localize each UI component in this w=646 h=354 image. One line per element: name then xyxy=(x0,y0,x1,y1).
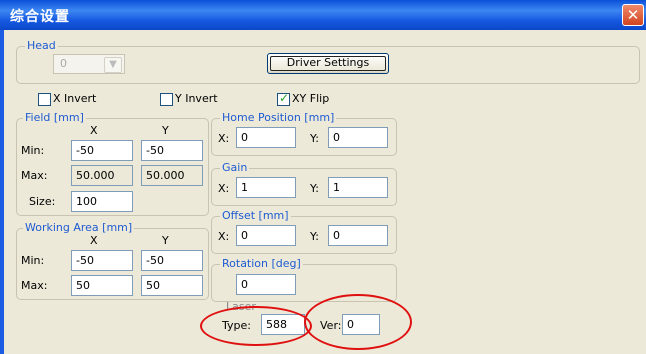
working-area-max-x-input[interactable]: 50 xyxy=(71,275,133,296)
home-x-input[interactable]: 0 xyxy=(236,127,296,148)
dialog-content: Head 0 ▼ Driver Settings X Invert Y Inve… xyxy=(4,30,646,354)
gain-x-label: X: xyxy=(218,182,230,195)
x-invert-label: X Invert xyxy=(53,92,97,105)
working-area-col-x: X xyxy=(90,234,98,247)
home-position-legend: Home Position [mm] xyxy=(220,111,337,125)
field-min-label: Min: xyxy=(21,144,45,157)
head-group: Head 0 ▼ Driver Settings xyxy=(16,39,640,84)
offset-y-label: Y: xyxy=(310,230,319,243)
x-invert-checkbox[interactable] xyxy=(38,93,51,106)
field-size-input[interactable]: 100 xyxy=(71,191,133,212)
field-max-label: Max: xyxy=(21,169,48,182)
head-select-value: 0 xyxy=(60,57,67,70)
driver-settings-label: Driver Settings xyxy=(286,56,370,69)
home-position-group: Home Position [mm] X: 0 Y: 0 xyxy=(211,111,397,156)
working-area-min-y-input[interactable]: -50 xyxy=(141,250,203,271)
working-area-legend: Working Area [mm] xyxy=(23,221,135,235)
head-legend: Head xyxy=(25,39,58,53)
driver-settings-button[interactable]: Driver Settings xyxy=(267,53,389,74)
red-annotation-oval-type xyxy=(200,306,312,346)
field-max-x-value: 50.000 xyxy=(71,165,133,186)
close-button[interactable]: ✕ xyxy=(622,4,644,26)
offset-x-label: X: xyxy=(218,230,230,243)
field-max-y-value: 50.000 xyxy=(141,165,203,186)
home-x-label: X: xyxy=(218,132,230,145)
xy-flip-label: XY Flip xyxy=(292,92,330,105)
gain-legend: Gain xyxy=(220,161,250,175)
head-select: 0 ▼ xyxy=(53,54,125,74)
home-y-input[interactable]: 0 xyxy=(328,127,388,148)
settings-window: 综合设置 ✕ Head 0 ▼ Driver Settings X Invert… xyxy=(0,0,646,354)
gain-y-label: Y: xyxy=(310,182,319,195)
field-col-y: Y xyxy=(162,124,169,137)
y-invert-label: Y Invert xyxy=(175,92,218,105)
working-area-min-label: Min: xyxy=(21,254,45,267)
offset-y-input[interactable]: 0 xyxy=(328,225,388,246)
working-area-max-label: Max: xyxy=(21,279,48,292)
title-bar[interactable]: 综合设置 ✕ xyxy=(0,0,646,30)
gain-group: Gain X: 1 Y: 1 xyxy=(211,161,397,206)
gain-x-input[interactable]: 1 xyxy=(236,177,296,198)
offset-group: Offset [mm] X: 0 Y: 0 xyxy=(211,209,397,254)
offset-legend: Offset [mm] xyxy=(220,209,291,223)
rotation-legend: Rotation [deg] xyxy=(220,257,303,271)
field-legend: Field [mm] xyxy=(23,111,86,125)
checkmark-icon: ✓ xyxy=(279,91,290,105)
gain-y-input[interactable]: 1 xyxy=(328,177,388,198)
working-area-min-x-input[interactable]: -50 xyxy=(71,250,133,271)
working-area-group: Working Area [mm] X Y Min: -50 -50 Max: … xyxy=(16,221,209,300)
field-min-x-input[interactable]: -50 xyxy=(71,140,133,161)
xy-flip-checkbox[interactable]: ✓ xyxy=(277,91,290,106)
field-size-label: Size: xyxy=(29,195,56,208)
working-area-col-y: Y xyxy=(162,234,169,247)
y-invert-checkbox[interactable] xyxy=(160,93,173,106)
window-title: 综合设置 xyxy=(10,9,70,25)
field-col-x: X xyxy=(90,124,98,137)
home-y-label: Y: xyxy=(310,132,319,145)
red-annotation-oval-ver xyxy=(304,294,412,350)
rotation-input[interactable]: 0 xyxy=(236,274,296,295)
field-min-y-input[interactable]: -50 xyxy=(141,140,203,161)
working-area-max-y-input[interactable]: 50 xyxy=(141,275,203,296)
chevron-down-icon: ▼ xyxy=(104,57,122,73)
field-group: Field [mm] X Y Min: -50 -50 Max: 50.000 … xyxy=(16,111,209,216)
offset-x-input[interactable]: 0 xyxy=(236,225,296,246)
